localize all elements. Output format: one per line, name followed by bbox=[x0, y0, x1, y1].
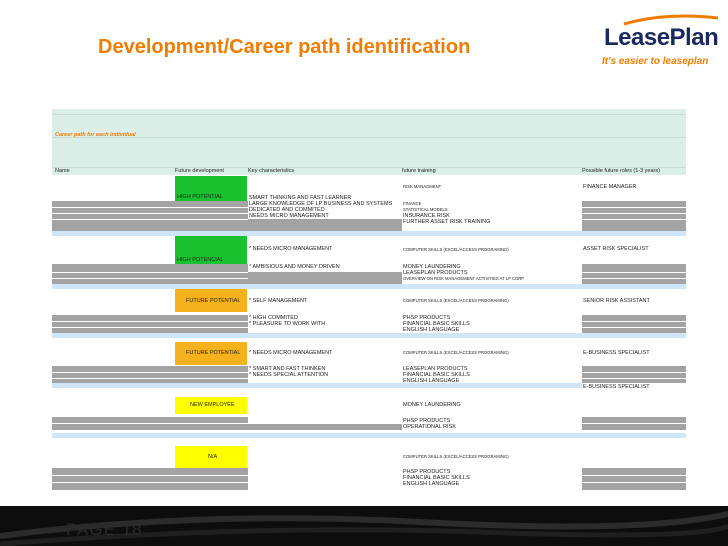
status-label: HIGH POTENTIAL bbox=[177, 194, 223, 200]
row-separator bbox=[52, 372, 248, 373]
possible-role: FINANCE MANAGER bbox=[583, 184, 637, 190]
characteristic: * NEEDS SPECIAL ATTENTION bbox=[249, 372, 329, 378]
row-separator bbox=[52, 219, 248, 220]
row-separator bbox=[52, 278, 248, 279]
status-label: FUTURE POTENTIAL bbox=[186, 350, 241, 356]
row-separator bbox=[582, 219, 686, 220]
logo-tagline: It's easier to leaseplan bbox=[602, 56, 709, 67]
possible-role: SENIOR RISK ASSISTANT bbox=[583, 298, 650, 304]
characteristic: * NEEDS MICRO MANAGEMENT bbox=[249, 350, 333, 356]
training-item: COMPUTER SKILLS (EXCEL/ACCESS PROGRAMING… bbox=[403, 350, 509, 355]
row-separator bbox=[582, 278, 686, 279]
group-spacer-row bbox=[52, 284, 686, 289]
possible-role: E-BUSINESS SPECIALIST bbox=[583, 384, 650, 390]
training-item: COMPUTER SKILLS (EXCEL/ACCESS PROGRAMING… bbox=[403, 247, 509, 252]
table-row bbox=[248, 424, 402, 430]
table-row bbox=[248, 272, 402, 284]
logo-wordmark: LeasePlan bbox=[604, 24, 719, 51]
training-item: COMPUTER SKILLS (EXCEL/ACCESS PROGRAMING… bbox=[403, 454, 509, 459]
table-row bbox=[582, 468, 686, 490]
header-band-divider bbox=[52, 137, 686, 138]
characteristic: NEEDS MICRO MANAGEMENT bbox=[249, 213, 329, 219]
row-separator bbox=[52, 423, 248, 424]
page-title: Development/Career path identification bbox=[98, 36, 471, 58]
group-spacer-row bbox=[52, 333, 686, 338]
group-spacer-row bbox=[52, 433, 686, 438]
group-spacer-row bbox=[52, 231, 686, 236]
table-row bbox=[582, 315, 686, 333]
status-label: FUTURE POTENTIAL bbox=[186, 298, 241, 304]
status-label: NEW EMPLOYEE bbox=[190, 402, 235, 408]
column-header-key-characteristics: Key characteristics bbox=[248, 168, 295, 174]
column-header-future-training: future training bbox=[402, 168, 436, 174]
row-separator bbox=[582, 207, 686, 208]
row-separator bbox=[582, 321, 686, 322]
row-separator bbox=[582, 475, 686, 476]
training-item: OPERATIONAL RISK bbox=[403, 424, 456, 430]
possible-role: E-BUSINESS SPECIALIST bbox=[583, 350, 650, 356]
row-separator bbox=[52, 378, 248, 379]
row-separator bbox=[52, 207, 248, 208]
row-separator bbox=[582, 327, 686, 328]
table-row bbox=[52, 366, 248, 383]
row-separator bbox=[582, 372, 686, 373]
row-separator bbox=[52, 475, 248, 476]
characteristic: * PLEASURE TO WORK WITH bbox=[249, 321, 326, 327]
row-separator bbox=[52, 482, 248, 483]
page-number: PAGE 18 bbox=[66, 520, 143, 539]
training-item: ENGLISH LANGUAGE bbox=[403, 481, 460, 487]
table-header-band bbox=[52, 109, 686, 175]
row-separator bbox=[582, 378, 686, 379]
characteristic: * SELF MANAGEMENT bbox=[249, 298, 308, 304]
training-item: COMPUTER SKILLS (EXCEL/ACCESS PROGRAMING… bbox=[403, 298, 509, 303]
training-item: MONEY LAUNDERING bbox=[403, 402, 461, 408]
row-separator bbox=[52, 213, 248, 214]
characteristic: * AMBISIOUS AND MONEY DRIVEN bbox=[249, 264, 340, 270]
row-separator bbox=[52, 321, 248, 322]
row-separator bbox=[582, 423, 686, 424]
column-header-name: Name bbox=[55, 168, 70, 174]
section-title: Career path for each individual bbox=[55, 132, 136, 138]
table-row bbox=[582, 201, 686, 231]
group-spacer-row bbox=[52, 383, 582, 388]
table-row bbox=[52, 264, 248, 284]
table-row bbox=[52, 468, 248, 490]
characteristic: * NEEDS MICRO MANAGEMENT bbox=[249, 246, 333, 252]
row-separator bbox=[582, 272, 686, 273]
table-row bbox=[248, 219, 402, 231]
status-label: N/A bbox=[208, 454, 218, 460]
column-header-possible-roles: Possible future roles (1-3 years) bbox=[582, 168, 660, 174]
table-row bbox=[582, 264, 686, 284]
row-separator bbox=[582, 213, 686, 214]
row-separator bbox=[582, 482, 686, 483]
column-header-future-development: Future development bbox=[175, 168, 224, 174]
table-row bbox=[52, 201, 248, 231]
training-item: ENGLISH LANGUAGE bbox=[403, 327, 460, 333]
table-row bbox=[582, 366, 686, 383]
header-band-divider bbox=[52, 114, 686, 115]
leaseplan-logo: LeasePlan It's easier to leaseplan bbox=[596, 10, 726, 72]
possible-role: ASSET RISK SPECIALIST bbox=[583, 246, 649, 252]
training-item: ENGLISH LANGUAGE bbox=[403, 378, 460, 384]
career-path-table: Career path for each individual Name Fut… bbox=[52, 88, 686, 506]
row-separator bbox=[52, 327, 248, 328]
slide-header: Development/Career path identification L… bbox=[0, 0, 728, 88]
table-row bbox=[52, 315, 248, 333]
training-item: RISK MANAGMENT bbox=[403, 184, 442, 189]
row-separator bbox=[52, 272, 248, 273]
slide-footer: PAGE 18 bbox=[0, 506, 728, 546]
status-label: HIGH POTENCIAL bbox=[177, 257, 224, 263]
training-item: OVERVIEW ON RISK MANAGEMENT ACTIVITIES A… bbox=[403, 276, 525, 281]
training-item: FURTHER ASSET RISK TRAINING bbox=[403, 219, 491, 225]
